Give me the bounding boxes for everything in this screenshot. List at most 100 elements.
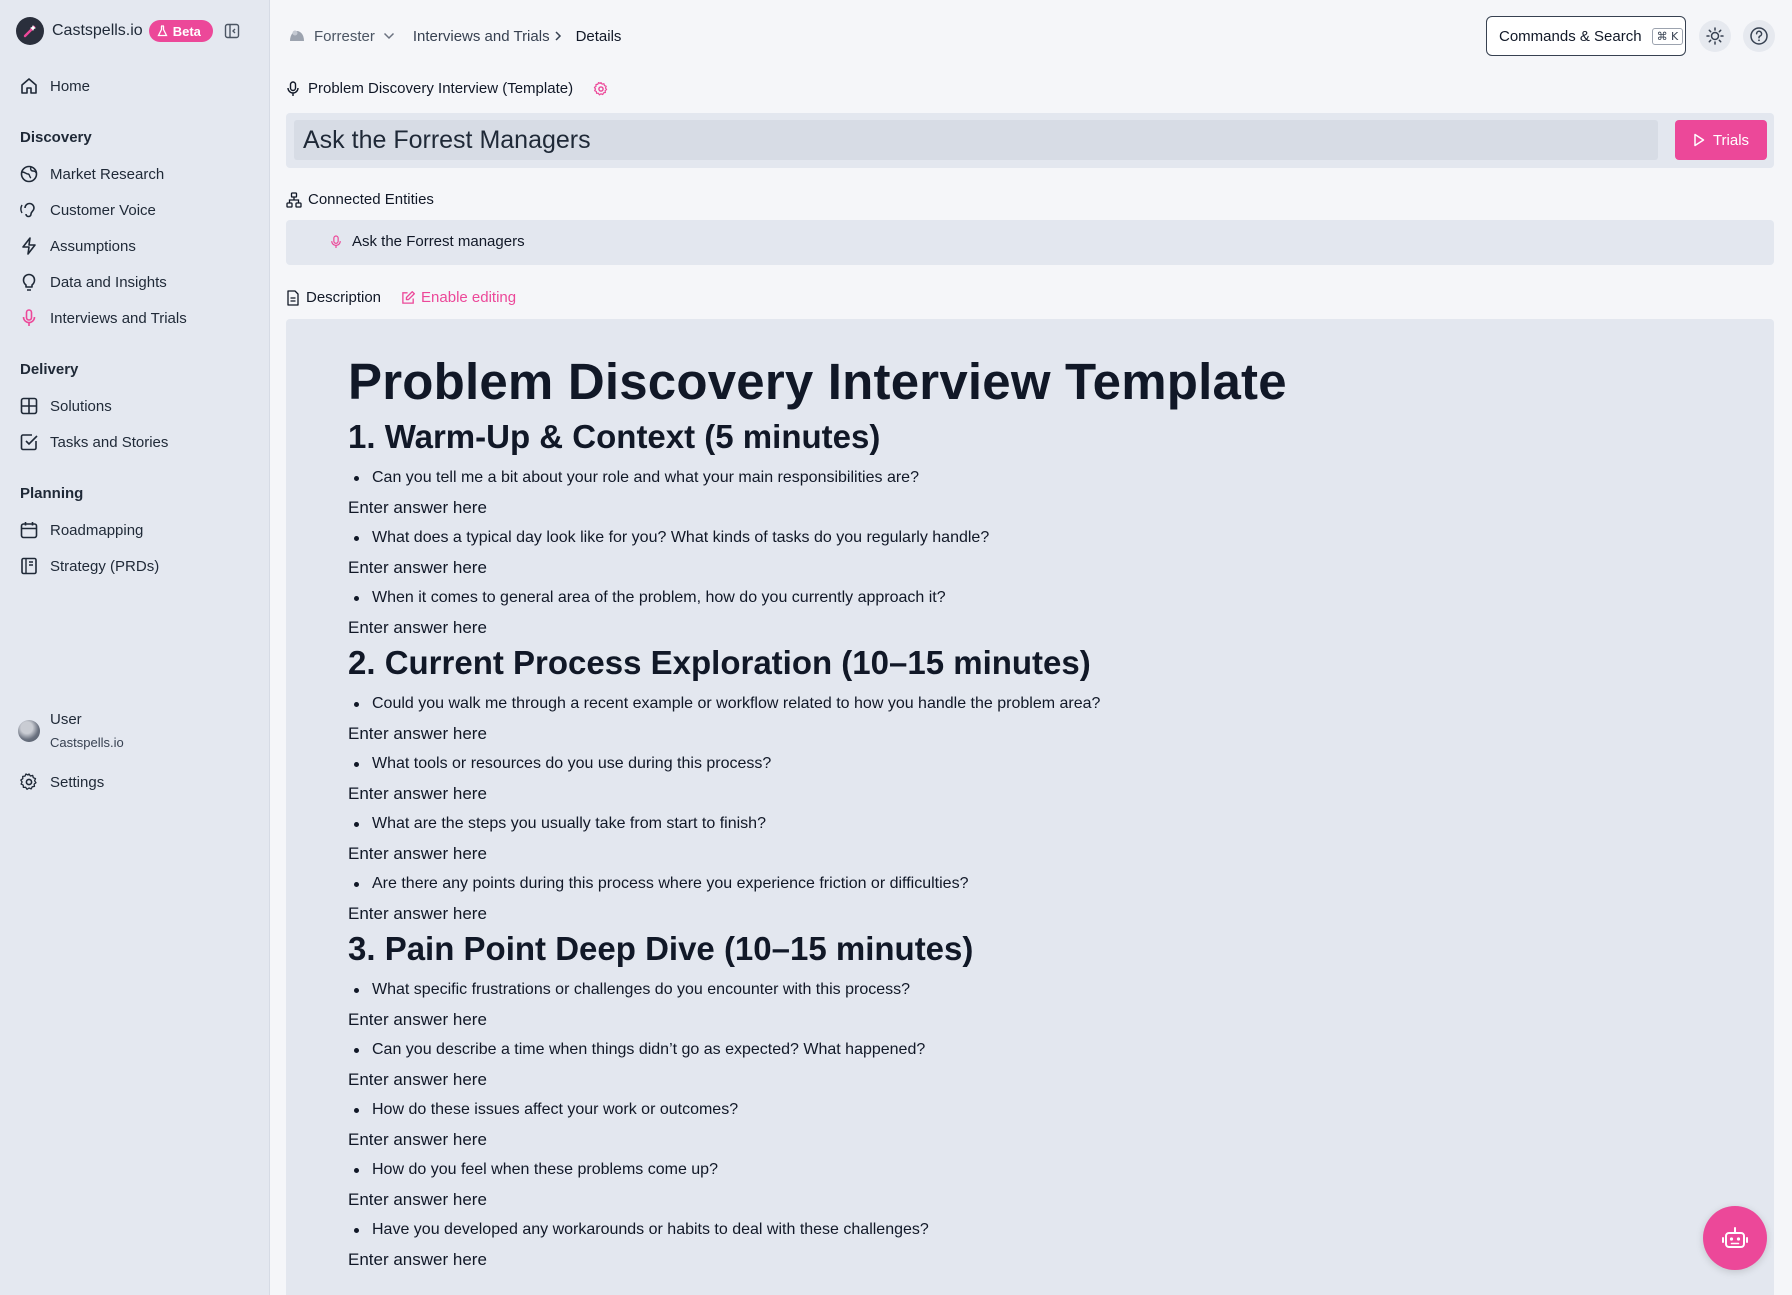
- play-icon: [1694, 133, 1705, 147]
- enable-editing-button[interactable]: Enable editing: [401, 289, 516, 306]
- question-item: When it comes to general area of the pro…: [348, 583, 1728, 613]
- question-item: How do you feel when these problems come…: [348, 1155, 1728, 1185]
- question-item: What specific frustrations or challenges…: [348, 975, 1728, 1005]
- settings-gear-icon[interactable]: [593, 81, 609, 97]
- breadcrumb: Forrester Interviews and Trials Details: [288, 24, 621, 48]
- user-org: Castspells.io: [50, 735, 124, 750]
- hierarchy-icon: [286, 191, 302, 208]
- sidebar-item-solutions[interactable]: Solutions: [18, 392, 112, 420]
- answer-placeholder[interactable]: Enter answer here: [348, 779, 1728, 809]
- question-item: Have you developed any workarounds or ha…: [348, 1215, 1728, 1245]
- question-item: Are there any points during this process…: [348, 869, 1728, 899]
- section-heading: 3. Pain Point Deep Dive (10–15 minutes): [348, 930, 974, 967]
- user-name: User: [50, 711, 82, 728]
- sidebar-item-label: Settings: [50, 773, 105, 791]
- enable-editing-label: Enable editing: [421, 289, 517, 306]
- sidebar-item-label: Tasks and Stories: [50, 433, 169, 451]
- answer-placeholder[interactable]: Enter answer here: [348, 1185, 1728, 1215]
- connected-entity-item[interactable]: Ask the Forrest managers: [330, 233, 525, 250]
- lightbulb-icon: [18, 271, 40, 293]
- section-discovery: Discovery: [20, 129, 92, 146]
- answer-placeholder[interactable]: Enter answer here: [348, 613, 1728, 643]
- sidebar-item-market-research[interactable]: Market Research: [18, 160, 164, 188]
- connected-entity-label: Ask the Forrest managers: [352, 233, 525, 250]
- sidebar-item-label: Roadmapping: [50, 521, 144, 539]
- robot-icon: [1722, 1227, 1748, 1248]
- question-item: Can you describe a time when things didn…: [348, 1035, 1728, 1065]
- question-item: What does a typical day look like for yo…: [348, 523, 1728, 553]
- answer-placeholder[interactable]: Enter answer here: [348, 553, 1728, 583]
- logo-icon[interactable]: [16, 17, 44, 45]
- sidebar-item-home[interactable]: Home: [18, 72, 90, 100]
- answer-placeholder[interactable]: Enter answer here: [348, 493, 1728, 523]
- shortcut-badge: ⌘ K: [1651, 27, 1684, 45]
- avatar: [18, 719, 40, 742]
- sidebar-item-label: Customer Voice: [50, 201, 156, 219]
- beta-badge: Beta: [148, 20, 213, 42]
- doc-heading: Problem Discovery Interview Template: [348, 353, 1287, 410]
- trials-button[interactable]: Trials: [1675, 120, 1767, 160]
- crumb-current: Details: [575, 27, 622, 45]
- section-heading: 1. Warm-Up & Context (5 minutes): [348, 418, 881, 455]
- calendar-icon: [18, 519, 40, 541]
- sidebar-item-label: Home: [50, 77, 91, 95]
- question-item: What tools or resources do you use durin…: [348, 749, 1728, 779]
- microphone-icon: [18, 307, 40, 329]
- help-icon: [1750, 27, 1768, 45]
- sun-icon: [1706, 27, 1724, 45]
- sidebar-item-label: Solutions: [50, 397, 112, 415]
- answer-placeholder[interactable]: Enter answer here: [348, 1005, 1728, 1035]
- trials-label: Trials: [1712, 131, 1750, 149]
- section-planning: Planning: [20, 485, 84, 502]
- answer-placeholder[interactable]: Enter answer here: [348, 1065, 1728, 1095]
- title-input[interactable]: [294, 120, 1658, 160]
- sidebar-item-label: Assumptions: [50, 237, 136, 255]
- collapse-sidebar-icon[interactable]: [223, 22, 241, 40]
- sidebar-item-assumptions[interactable]: Assumptions: [18, 232, 136, 260]
- edit-icon: [402, 291, 415, 304]
- assistant-bot-button[interactable]: [1703, 1206, 1767, 1270]
- answer-placeholder[interactable]: Enter answer here: [348, 1125, 1728, 1155]
- help-button[interactable]: [1743, 20, 1775, 52]
- sidebar-item-settings[interactable]: Settings: [18, 768, 104, 796]
- sidebar-item-label: Data and Insights: [50, 273, 167, 291]
- beta-label: Beta: [172, 23, 201, 39]
- sidebar-item-data-insights[interactable]: Data and Insights: [18, 268, 167, 296]
- connected-entities-list: Ask the Forrest managers: [286, 220, 1774, 265]
- connected-entities-label: Connected Entities: [308, 191, 434, 208]
- sidebar-item-interviews-trials[interactable]: Interviews and Trials: [18, 304, 187, 332]
- app-name: Castspells.io: [52, 22, 143, 39]
- commands-search-button[interactable]: Commands & Search ⌘ K: [1486, 16, 1686, 56]
- sidebar-item-label: Interviews and Trials: [50, 309, 187, 327]
- theme-toggle-button[interactable]: [1699, 20, 1731, 52]
- question-item: Could you walk me through a recent examp…: [348, 689, 1728, 719]
- bolt-icon: [18, 235, 40, 257]
- question-item: What are the steps you usually take from…: [348, 809, 1728, 839]
- title-bar: Trials: [286, 113, 1774, 168]
- crumb-interviews-trials[interactable]: Interviews and Trials: [413, 28, 550, 45]
- user-profile[interactable]: User Castspells.io: [18, 711, 124, 750]
- sidebar-item-customer-voice[interactable]: Customer Voice: [18, 196, 156, 224]
- sidebar: Castspells.io Beta Home Discovery Market…: [0, 0, 270, 1295]
- answer-placeholder[interactable]: Enter answer here: [348, 719, 1728, 749]
- sidebar-item-strategy[interactable]: Strategy (PRDs): [18, 552, 159, 580]
- template-name: Problem Discovery Interview (Template): [308, 80, 574, 97]
- answer-placeholder[interactable]: Enter answer here: [348, 839, 1728, 869]
- description-content: Problem Discovery Interview Template 1. …: [286, 319, 1774, 1295]
- document-body: Problem Discovery Interview Template 1. …: [348, 353, 1728, 1275]
- workspace-switcher[interactable]: Forrester: [288, 28, 395, 45]
- book-icon: [18, 555, 40, 577]
- grid-icon: [18, 395, 40, 417]
- answer-placeholder[interactable]: Enter answer here: [348, 899, 1728, 929]
- answer-placeholder[interactable]: Enter answer here: [348, 1245, 1728, 1275]
- description-label: Description: [306, 289, 382, 306]
- workspace-icon: [290, 30, 304, 41]
- sidebar-item-roadmapping[interactable]: Roadmapping: [18, 516, 143, 544]
- sidebar-item-tasks-stories[interactable]: Tasks and Stories: [18, 428, 168, 456]
- template-header: Problem Discovery Interview (Template): [286, 80, 609, 97]
- home-icon: [18, 75, 40, 97]
- check-square-icon: [18, 431, 40, 453]
- flask-icon: [157, 25, 168, 37]
- sidebar-item-label: Market Research: [50, 165, 165, 183]
- chevron-down-icon: [383, 32, 394, 40]
